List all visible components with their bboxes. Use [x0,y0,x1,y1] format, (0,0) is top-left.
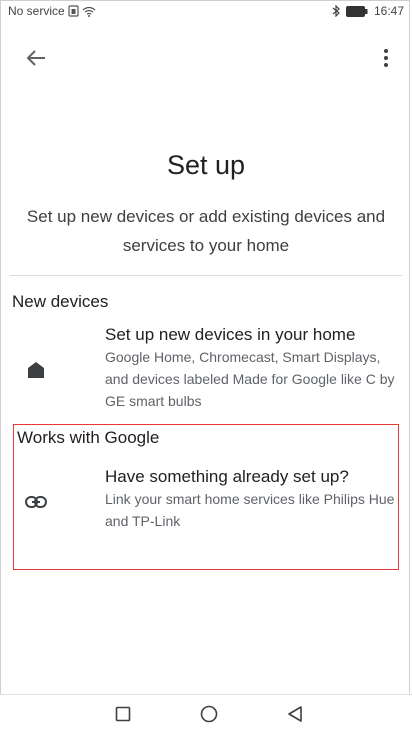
link-existing-services-description: Link your smart home services like Phili… [105,491,395,529]
recents-button[interactable] [108,701,138,731]
status-left: No service [8,4,96,18]
home-circle-icon [200,705,218,728]
section-header-works-with-google: Works with Google [17,428,160,447]
home-icon [24,358,48,382]
setup-new-devices-row[interactable]: Set up new devices in your home Google H… [18,324,403,416]
status-right: 16:47 [332,4,404,18]
status-time: 16:47 [373,4,404,18]
more-options-button[interactable] [374,46,398,74]
link-existing-services-text: Have something already set up? Link your… [105,466,403,532]
more-vert-icon [383,48,389,73]
back-triangle-icon [287,705,303,728]
battery-icon [345,5,368,17]
page-title: Set up [166,150,246,180]
wifi-icon [82,6,96,17]
link-icon [24,490,48,514]
setup-new-devices-text: Set up new devices in your home Google H… [105,324,403,412]
app-bar [0,40,412,80]
arrow-back-icon [26,49,46,72]
setup-new-devices-description: Google Home, Chromecast, Smart Displays,… [105,349,395,409]
nav-back-button[interactable] [280,701,310,731]
sim-icon [68,5,79,17]
bluetooth-icon [332,5,340,17]
back-button[interactable] [22,48,50,72]
page-subtitle: Set up new devices or add existing devic… [26,207,386,255]
recents-square-icon [115,706,131,727]
section-header-new-devices: New devices [12,292,109,311]
header-divider [10,275,402,276]
system-nav-bar [0,694,412,736]
link-existing-services-row[interactable]: Have something already set up? Link your… [18,466,403,538]
status-bar: No service 16:47 [0,0,412,22]
setup-new-devices-title: Set up new devices in your home [105,325,356,344]
carrier-label: No service [8,4,65,18]
home-button[interactable] [194,701,224,731]
link-existing-services-title: Have something already set up? [105,467,349,486]
